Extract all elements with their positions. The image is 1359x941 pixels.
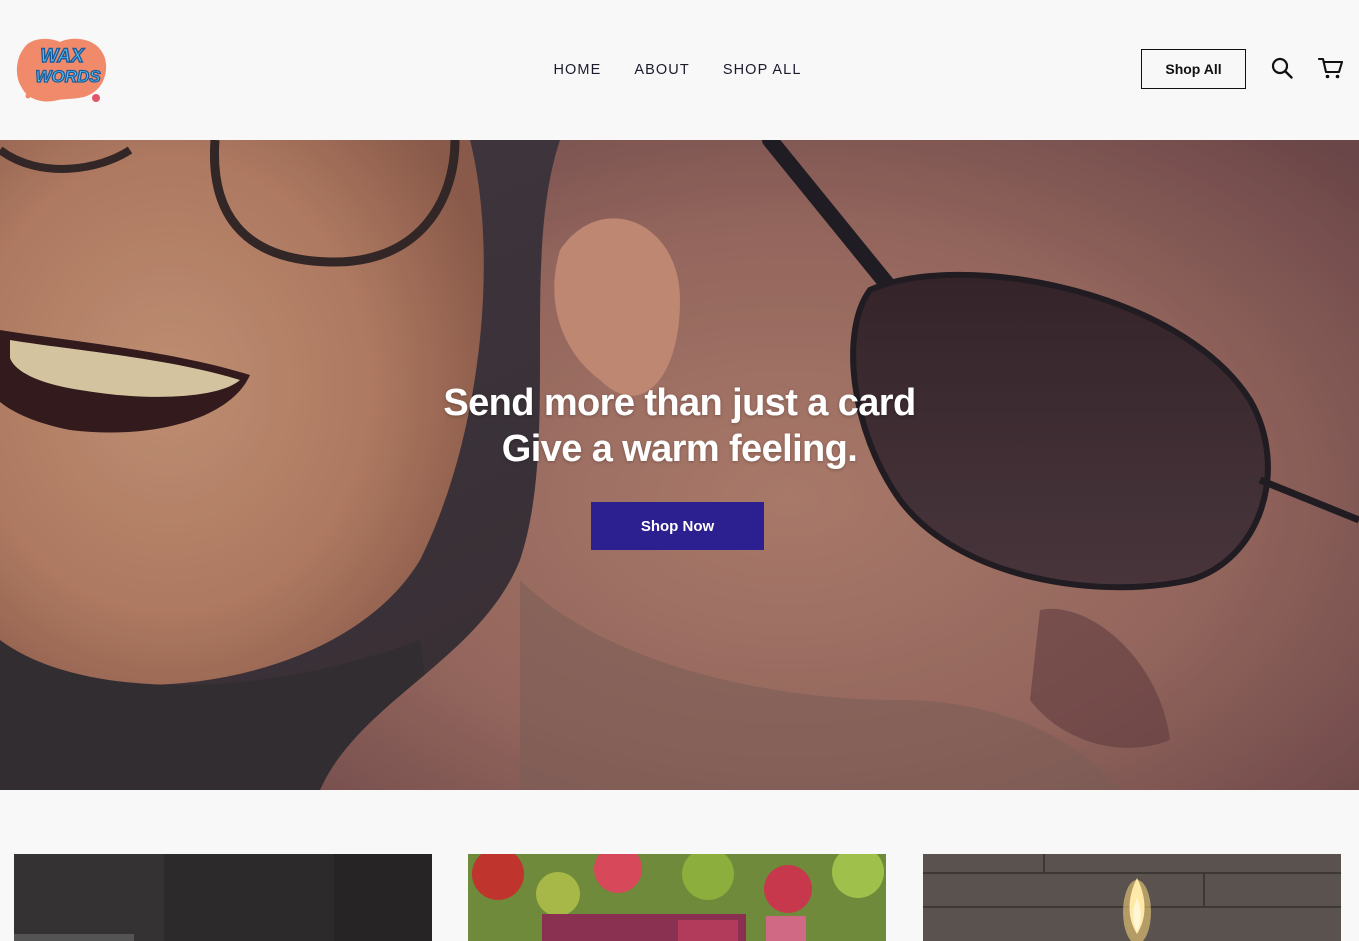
site-header: WAX WORDS HOME ABOUT SHOP ALL Shop All [0,0,1359,140]
lit-candle-on-wood-photo [923,854,1341,941]
shop-now-button[interactable]: Shop Now [591,502,764,550]
product-tile-1[interactable] [14,854,432,941]
hero-banner: Send more than just a card Give a warm f… [0,140,1359,790]
hero-headline: Send more than just a card Give a warm f… [0,380,1359,472]
floral-candle-photo [468,854,886,941]
hero-headline-line-1: Send more than just a card [443,382,916,424]
dark-candle-photo [14,854,432,941]
nav-home[interactable]: HOME [553,61,601,81]
hero-headline-line-2: Give a warm feeling. [501,428,858,470]
product-tile-2[interactable] [468,854,886,941]
search-icon[interactable] [1270,56,1294,80]
cart-icon[interactable] [1318,56,1344,80]
product-tile-3[interactable] [923,854,1341,941]
nav-shop-all[interactable]: SHOP ALL [723,61,802,81]
nav-about[interactable]: ABOUT [634,61,689,81]
shop-all-button[interactable]: Shop All [1141,49,1246,89]
